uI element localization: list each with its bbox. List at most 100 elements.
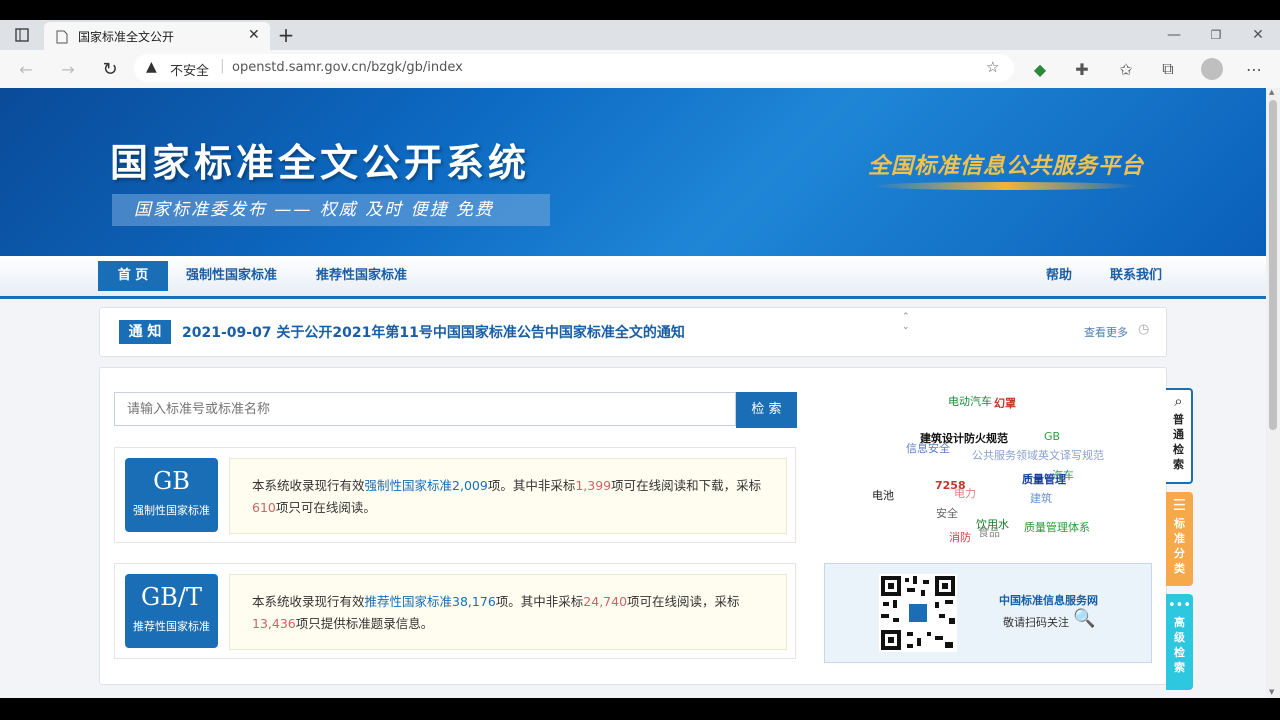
slogan-swoosh bbox=[872, 182, 1138, 190]
keyword-tag[interactable]: 安全 bbox=[936, 505, 958, 521]
gb-name: 强制性国家标准 bbox=[133, 504, 210, 517]
main-panel: 检 索 GB 强制性国家标准 本系统收录现行有效强制性国家标准2,009项。其中… bbox=[99, 367, 1167, 685]
keyword-tag[interactable]: 信息安全 bbox=[906, 440, 950, 456]
gb-desc-2: 项。其中非采标 bbox=[487, 478, 576, 493]
side-normal-char: 索 bbox=[1173, 458, 1184, 471]
new-tab-button[interactable]: + bbox=[272, 21, 300, 49]
gbt-adopted: 13,436 bbox=[252, 616, 296, 631]
profile-avatar[interactable] bbox=[1198, 55, 1226, 83]
gb-non-adopted: 1,399 bbox=[575, 478, 612, 493]
back-icon[interactable]: ← bbox=[12, 55, 40, 83]
gbt-desc-4: 项只提供标准题录信息。 bbox=[295, 616, 434, 631]
keyword-tag[interactable]: 电力 bbox=[954, 485, 976, 501]
search-button[interactable]: 检 索 bbox=[736, 392, 797, 428]
gbt-description: 本系统收录现行有效推荐性国家标准38,176项。其中非采标24,740项可在线阅… bbox=[229, 574, 787, 650]
nav-help[interactable]: 帮助 bbox=[1046, 256, 1072, 296]
side-tab-normal-search[interactable]: ⌕ 普 通 检 索 bbox=[1166, 388, 1193, 484]
notice-link[interactable]: 2021-09-07 关于公开2021年第11号中国国家标准公告中国家标准全文的… bbox=[182, 322, 685, 342]
gbt-desc-2: 项。其中非采标 bbox=[495, 594, 584, 609]
side-class-char: 准 bbox=[1174, 532, 1185, 545]
gb-desc-4: 项只可在线阅读。 bbox=[275, 500, 376, 515]
forward-icon[interactable]: → bbox=[54, 55, 82, 83]
keyword-tag[interactable]: 消防 bbox=[949, 529, 971, 545]
address-bar: ← → ↻ ▲ 不安全 | openstd.samr.gov.cn/bzgk/g… bbox=[0, 50, 1280, 89]
tab-actions-icon[interactable] bbox=[8, 21, 36, 49]
extensions-icon[interactable]: ✚ bbox=[1068, 55, 1096, 83]
gb-description: 本系统收录现行有效强制性国家标准2,009项。其中非采标1,399项可在线阅读和… bbox=[229, 458, 787, 534]
list-icon: ☰ bbox=[1172, 496, 1187, 514]
security-label[interactable]: 不安全 bbox=[170, 60, 209, 79]
side-adv-char: 索 bbox=[1174, 661, 1185, 674]
scroll-down-icon[interactable]: ▼ bbox=[1269, 688, 1274, 696]
collections-icon[interactable]: ⧉ bbox=[1154, 55, 1182, 83]
magnifier-icon: 🔍 bbox=[1073, 608, 1096, 629]
qr-subtitle: 敬请扫码关注 bbox=[1003, 616, 1069, 629]
search-input[interactable] bbox=[114, 392, 736, 426]
restore-icon[interactable]: ❐ bbox=[1202, 21, 1230, 49]
warning-icon: ▲ bbox=[146, 59, 157, 75]
clock-icon: ◷ bbox=[1138, 322, 1150, 337]
more-menu-icon[interactable]: ⋯ bbox=[1240, 55, 1268, 83]
scroll-up-icon[interactable]: ▲ bbox=[1269, 88, 1274, 96]
gb-desc-3: 项可在线阅读和下载，采标 bbox=[611, 478, 762, 493]
gbt-non-adopted: 24,740 bbox=[583, 594, 628, 609]
keyword-tag[interactable]: GB bbox=[1044, 430, 1060, 443]
nav-home[interactable]: 首 页 bbox=[98, 261, 168, 291]
gb-total: 2,009 bbox=[452, 478, 488, 493]
site-title: 国家标准全文公开系统 bbox=[110, 140, 531, 185]
gbt-name: 推荐性国家标准 bbox=[133, 620, 210, 633]
favorites-icon[interactable]: ✩ bbox=[1112, 55, 1140, 83]
extension-shield-icon[interactable]: ◆ bbox=[1026, 55, 1054, 83]
keyword-tag[interactable]: 电动汽车 bbox=[948, 393, 992, 409]
gbt-code: GB/T bbox=[141, 583, 202, 611]
side-tab-classification[interactable]: ☰ 标 准 分 类 bbox=[1166, 492, 1193, 586]
site-subtitle: 国家标准委发布 —— 权威 及时 便捷 免费 bbox=[112, 194, 550, 226]
side-normal-char: 普 bbox=[1173, 413, 1184, 426]
minimize-icon[interactable]: — bbox=[1160, 21, 1188, 49]
qr-panel: 中国标准信息服务网 敬请扫码关注 🔍 bbox=[824, 563, 1152, 663]
close-tab-icon[interactable]: ✕ bbox=[248, 27, 260, 43]
nav-mandatory[interactable]: 强制性国家标准 bbox=[186, 256, 277, 296]
gbt-badge[interactable]: GB/T 推荐性国家标准 bbox=[125, 574, 218, 648]
keyword-tag[interactable]: 幻罩 bbox=[994, 395, 1016, 411]
keyword-tag[interactable]: 公共服务领域英文译写规范 bbox=[972, 447, 1104, 463]
nav-recommended[interactable]: 推荐性国家标准 bbox=[316, 256, 407, 296]
side-class-char: 分 bbox=[1174, 547, 1185, 560]
side-class-char: 类 bbox=[1174, 562, 1185, 575]
gbt-total: 38,176 bbox=[452, 594, 496, 609]
scrollbar-thumb[interactable] bbox=[1269, 100, 1277, 430]
url-field[interactable]: ▲ 不安全 | openstd.samr.gov.cn/bzgk/gb/inde… bbox=[134, 54, 1014, 82]
qr-title: 中国标准信息服务网 bbox=[999, 594, 1098, 607]
notice-more-link[interactable]: 查看更多 bbox=[1084, 324, 1128, 340]
page-scrollbar[interactable]: ▲ ▼ bbox=[1266, 88, 1280, 698]
favorite-add-icon[interactable]: ☆ bbox=[986, 58, 999, 76]
page-icon bbox=[56, 29, 68, 48]
keyword-tag[interactable]: 质量管理体系 bbox=[1024, 519, 1090, 535]
browser-tab[interactable]: 国家标准全文公开 ✕ bbox=[44, 22, 270, 50]
tab-bar: 国家标准全文公开 ✕ + — ❐ ✕ bbox=[0, 20, 1280, 50]
gb-desc-1: 本系统收录现行有效 bbox=[252, 478, 365, 493]
refresh-icon[interactable]: ↻ bbox=[96, 55, 124, 83]
close-icon[interactable]: ✕ bbox=[1244, 21, 1272, 49]
gb-link[interactable]: 强制性国家标准 bbox=[365, 478, 453, 493]
main-nav: 首 页 强制性国家标准 推荐性国家标准 帮助 联系我们 bbox=[0, 256, 1266, 299]
gb-adopted: 610 bbox=[252, 500, 276, 515]
url-text[interactable]: openstd.samr.gov.cn/bzgk/gb/index bbox=[232, 60, 463, 75]
nav-contact[interactable]: 联系我们 bbox=[1110, 256, 1162, 296]
side-tab-advanced-search[interactable]: ••• 高 级 检 索 bbox=[1166, 594, 1193, 690]
search-icon: ⌕ bbox=[1174, 392, 1183, 410]
side-normal-char: 通 bbox=[1173, 428, 1184, 441]
side-normal-char: 检 bbox=[1173, 443, 1184, 456]
keyword-tag[interactable]: 食品 bbox=[978, 524, 1000, 540]
gbt-card: GB/T 推荐性国家标准 本系统收录现行有效推荐性国家标准38,176项。其中非… bbox=[114, 563, 796, 659]
keyword-tag[interactable]: 电池 bbox=[872, 487, 894, 503]
platform-slogan: 全国标准信息公共服务平台 bbox=[868, 154, 1145, 179]
keyword-tag[interactable]: 汽车 bbox=[1052, 467, 1074, 483]
notice-scroll-icon[interactable]: ⌃ ⌄ bbox=[902, 312, 910, 332]
keyword-tag[interactable]: 建筑 bbox=[1030, 490, 1052, 506]
gbt-link[interactable]: 推荐性国家标准 bbox=[365, 594, 453, 609]
gb-badge[interactable]: GB 强制性国家标准 bbox=[125, 458, 218, 532]
browser-window: 国家标准全文公开 ✕ + — ❐ ✕ ← → ↻ ▲ 不安全 | openstd… bbox=[0, 20, 1280, 698]
tab-title: 国家标准全文公开 bbox=[78, 30, 175, 44]
web-page: 国家标准全文公开系统 国家标准委发布 —— 权威 及时 便捷 免费 全国标准信息… bbox=[0, 88, 1266, 698]
